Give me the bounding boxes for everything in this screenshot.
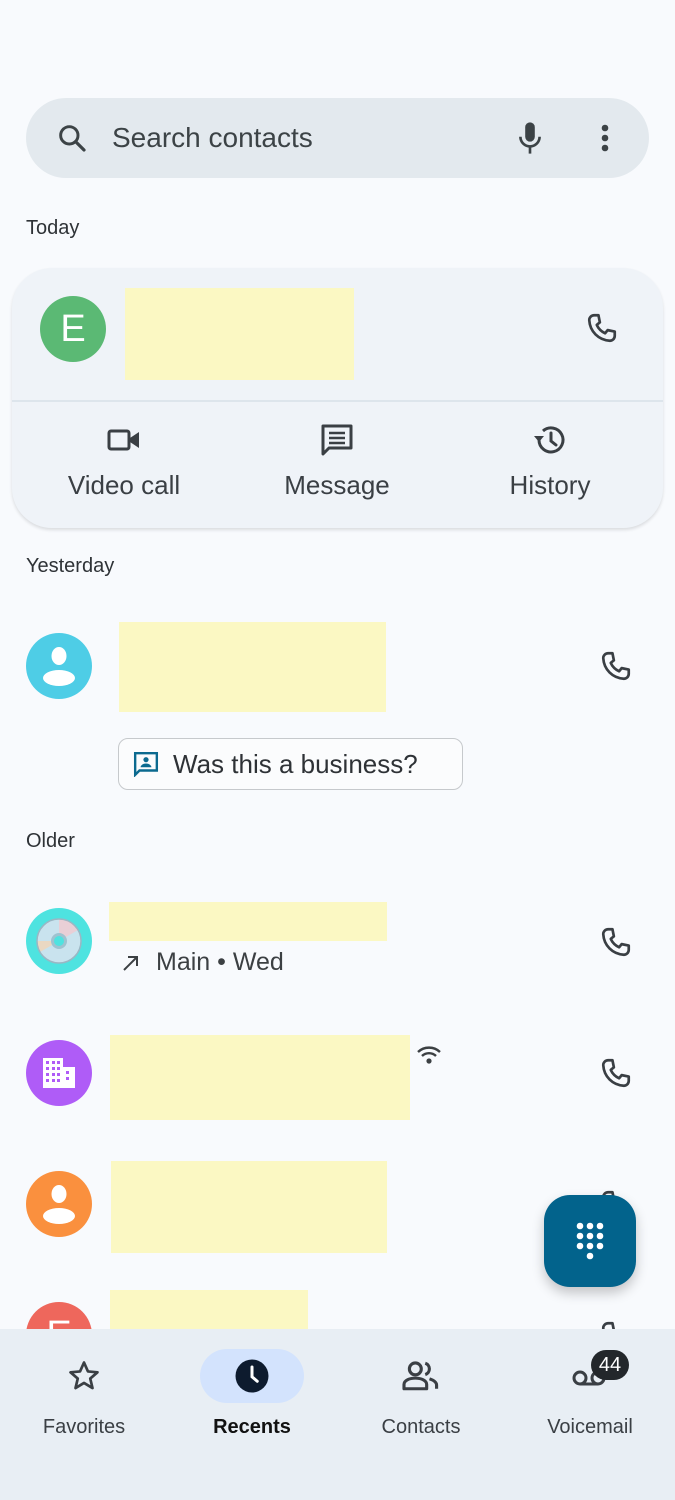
- people-icon: [369, 1349, 473, 1403]
- phone-icon: [601, 651, 631, 681]
- phone-icon: [601, 1058, 631, 1088]
- business-icon: [43, 1058, 75, 1088]
- redacted-contact-name: [110, 1035, 410, 1120]
- section-yesterday: Yesterday: [26, 555, 115, 577]
- recents-list: Search contacts Today E Video call Messa…: [0, 0, 675, 1329]
- star-icon: [32, 1349, 136, 1403]
- phone-icon: [601, 1321, 615, 1329]
- call-button[interactable]: [582, 308, 622, 348]
- section-older: Older: [26, 830, 75, 852]
- search-input[interactable]: Search contacts: [112, 98, 313, 178]
- section-today: Today: [26, 217, 80, 239]
- videocam-icon: [24, 420, 224, 460]
- phone-icon: [601, 927, 631, 957]
- avatar-letter: E: [60, 307, 86, 350]
- message-button[interactable]: Message: [237, 420, 437, 501]
- redacted-contact-name: [111, 1161, 387, 1253]
- wifi-calling-icon: [416, 1044, 442, 1071]
- nav-voicemail[interactable]: Voicemail: [506, 1329, 674, 1459]
- bottom-navigation: Favorites Recents Contacts Voicemail: [0, 1329, 675, 1500]
- call-button[interactable]: [596, 646, 636, 686]
- history-icon: [450, 420, 650, 460]
- person-icon: [43, 1185, 75, 1224]
- redacted-contact-name: [125, 288, 354, 380]
- redacted-contact-name: [110, 1290, 308, 1329]
- video-call-button[interactable]: Video call: [24, 420, 224, 501]
- avatar: [26, 908, 92, 974]
- history-button[interactable]: History: [450, 420, 650, 501]
- more-vert-icon[interactable]: [592, 120, 618, 156]
- message-icon: [237, 420, 437, 460]
- was-business-chip[interactable]: Was this a business?: [118, 738, 463, 790]
- expanded-call-card[interactable]: E Video call Message History: [12, 268, 663, 528]
- microphone-icon[interactable]: [512, 118, 548, 158]
- nav-contacts[interactable]: Contacts: [337, 1329, 505, 1459]
- voicemail-count-badge: 44: [591, 1350, 629, 1380]
- divider: [12, 400, 663, 402]
- redacted-contact-name: [119, 622, 386, 712]
- search-icon[interactable]: [54, 120, 90, 156]
- avatar: E: [26, 1302, 92, 1329]
- call-button[interactable]: [596, 1316, 636, 1329]
- call-details: Main • Wed: [120, 948, 284, 977]
- dialpad-icon: [576, 1222, 604, 1260]
- dialpad-button[interactable]: [544, 1195, 636, 1287]
- avatar-letter: E: [46, 1314, 71, 1330]
- avatar: [26, 633, 92, 699]
- person-icon: [43, 647, 75, 686]
- cd-icon: [36, 918, 82, 964]
- avatar: E: [40, 296, 106, 362]
- avatar: [26, 1040, 92, 1106]
- call-button[interactable]: [596, 1053, 636, 1093]
- phone-icon: [587, 313, 617, 343]
- call-made-icon: [123, 955, 138, 971]
- business-feedback-icon: [133, 751, 159, 777]
- call-button[interactable]: [596, 922, 636, 962]
- nav-favorites[interactable]: Favorites: [0, 1329, 168, 1459]
- nav-recents[interactable]: Recents: [168, 1329, 336, 1459]
- redacted-contact-name: [109, 902, 387, 941]
- avatar: [26, 1171, 92, 1237]
- search-bar[interactable]: Search contacts: [26, 98, 649, 178]
- clock-icon: [200, 1349, 304, 1403]
